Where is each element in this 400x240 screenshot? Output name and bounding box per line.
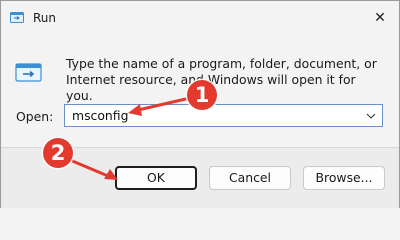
title-bar: Run ✕	[1, 1, 399, 35]
close-button[interactable]: ✕	[367, 7, 393, 29]
cancel-button[interactable]: Cancel	[209, 166, 291, 190]
run-icon	[10, 12, 24, 23]
annotation-badge-1: 1	[187, 80, 217, 110]
dropdown-button[interactable]	[362, 106, 380, 125]
close-icon: ✕	[374, 10, 386, 26]
run-icon	[15, 63, 42, 82]
ok-button[interactable]: OK	[115, 166, 197, 190]
browse-button[interactable]: Browse...	[303, 166, 385, 190]
chevron-down-icon	[366, 113, 376, 119]
open-combobox[interactable]: msconfig	[64, 104, 383, 127]
dialog-description: Type the name of a program, folder, docu…	[66, 56, 377, 103]
annotation-badge-2: 2	[43, 138, 73, 168]
open-label: Open:	[16, 109, 54, 124]
window-title: Run	[33, 11, 57, 25]
open-input-value[interactable]: msconfig	[72, 108, 128, 123]
